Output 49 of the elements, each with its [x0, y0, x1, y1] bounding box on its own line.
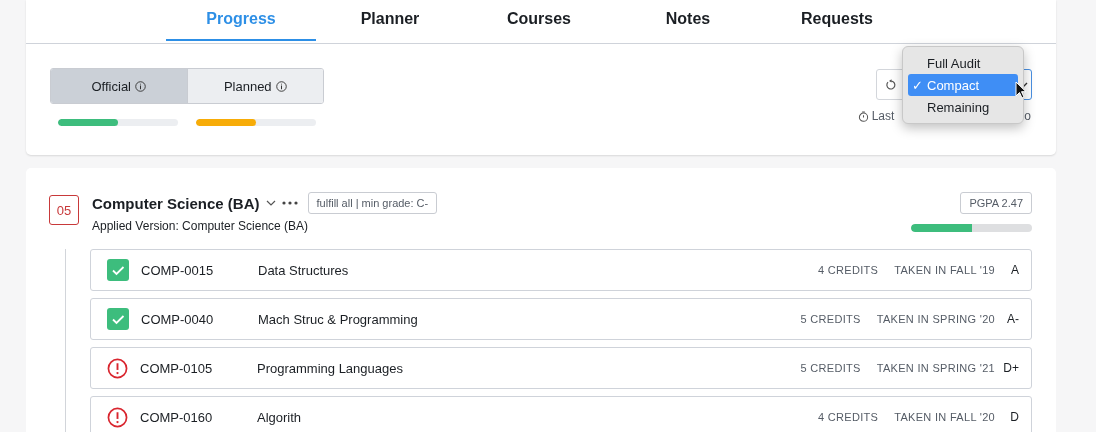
toggle-option[interactable]: Planned — [187, 69, 323, 103]
requirement-number: 05 — [49, 195, 79, 225]
tab[interactable]: Planner — [315, 0, 465, 41]
grade-text: D+ — [1002, 361, 1019, 375]
course-code: COMP-0160 — [140, 409, 214, 425]
grade-text: A- — [1006, 312, 1019, 326]
grade-text: A — [1010, 263, 1019, 277]
course-row[interactable]: COMP-0040 Mach Struc & Programming 5 CREDITS TAKEN IN SPRING '20 A- — [90, 298, 1032, 340]
course-row[interactable]: COMP-0105 Programming Languages 5 CREDITS TAKEN IN SPRING '21 D+ — [90, 347, 1032, 389]
term-text: TAKEN IN SPRING '21 — [876, 362, 995, 374]
course-name: Data Structures — [258, 262, 350, 278]
course-name: Algorith — [257, 409, 303, 425]
course-code: COMP-0015 — [141, 262, 215, 278]
course-code: COMP-0105 — [140, 360, 214, 376]
credits-text: 5 CREDITS — [800, 313, 861, 325]
term-text: TAKEN IN FALL '19 — [894, 264, 995, 276]
pgpa-tag: PGPA 2.47 — [960, 192, 1032, 214]
term-text: TAKEN IN SPRING '20 — [876, 313, 995, 325]
credits-text: 4 CREDITS — [818, 264, 879, 276]
refresh-icon — [885, 78, 897, 91]
info-icon — [275, 80, 287, 92]
check-icon — [107, 308, 129, 330]
toggle-option[interactable]: Official — [51, 69, 188, 103]
last-updated-text: Last — [871, 109, 895, 123]
credits-text: 5 CREDITS — [800, 362, 861, 374]
course-name: Programming Languages — [257, 360, 404, 376]
credits-text: 4 CREDITS — [818, 411, 879, 423]
menu-item[interactable]: Full Audit — [908, 52, 1018, 74]
program-title: Computer Science (BA) — [92, 194, 260, 212]
course-name: Mach Struc & Programming — [258, 311, 419, 327]
chevron-icon[interactable] — [265, 199, 276, 207]
course-code: COMP-0040 — [141, 311, 215, 327]
warning-icon — [107, 406, 128, 428]
course-row[interactable]: COMP-0015 Data Structures 4 CREDITS TAKEN IN FALL '19 A — [90, 249, 1032, 291]
course-row[interactable]: COMP-0160 Algorith 4 CREDITS TAKEN IN FALL '20 D — [90, 396, 1032, 432]
clock-icon — [857, 110, 869, 122]
info-icon — [135, 80, 146, 92]
tab[interactable]: Courses — [464, 0, 614, 41]
term-text: TAKEN IN FALL '20 — [894, 411, 995, 423]
warning-icon — [107, 357, 128, 379]
check-icon — [107, 259, 129, 281]
grade-text: D — [1009, 410, 1019, 424]
tab[interactable]: Notes — [613, 0, 763, 41]
applied-version-text: Applied Version: Computer Science (BA) — [92, 219, 310, 233]
menu-item[interactable]: Remaining — [908, 96, 1018, 118]
more-icon[interactable] — [281, 201, 298, 205]
tab[interactable]: Requests — [762, 0, 912, 41]
last-updated-text: o — [1024, 109, 1031, 123]
rule-tag: fulfill all | min grade: C- — [307, 192, 438, 214]
